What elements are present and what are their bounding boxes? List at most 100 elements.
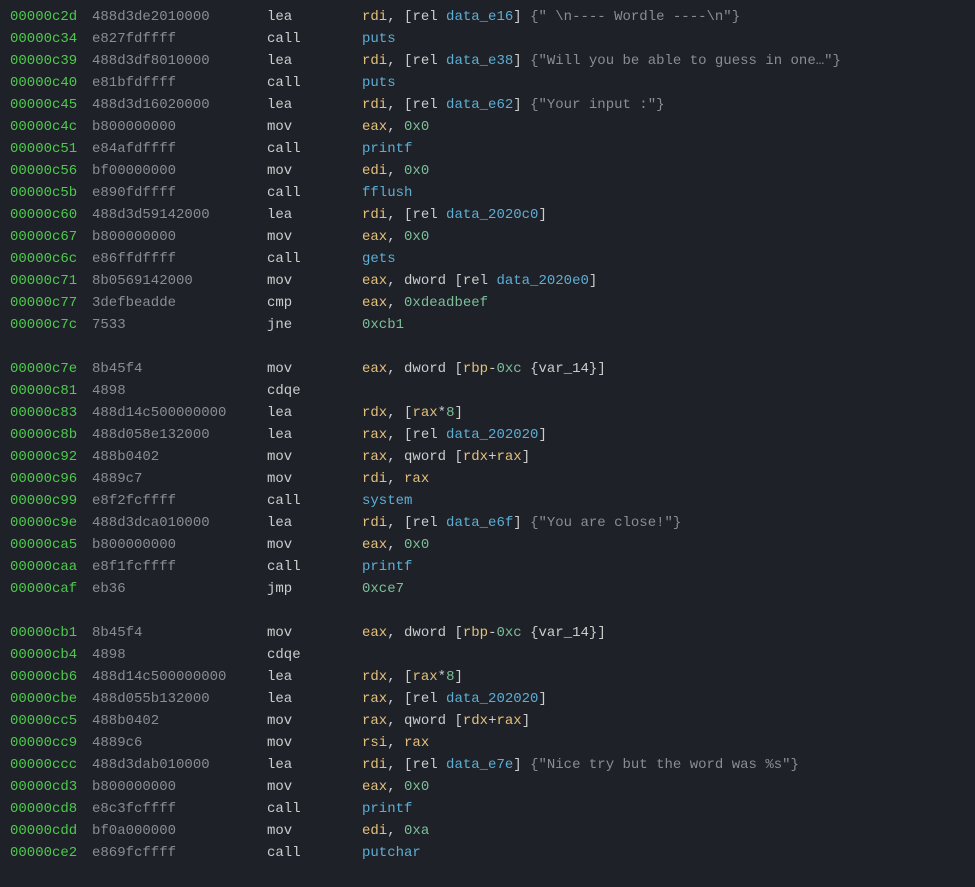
xref-link[interactable]: puts — [362, 31, 396, 47]
operand-token: rbp — [463, 361, 488, 377]
xref-link[interactable]: printf — [362, 559, 412, 575]
asm-line[interactable]: 00000ccc488d3dab010000leardi, [rel data_… — [10, 754, 965, 776]
asm-line[interactable]: 00000c773defbeaddecmpeax, 0xdeadbeef — [10, 292, 965, 314]
operand-token: edi — [362, 163, 387, 179]
xref-link[interactable]: data_202020 — [446, 691, 538, 707]
raw-bytes: 488d055b132000 — [92, 688, 267, 710]
operand-token: rax — [362, 691, 387, 707]
raw-bytes: 488d058e132000 — [92, 424, 267, 446]
asm-line[interactable]: 00000c92488b0402movrax, qword [rdx+rax] — [10, 446, 965, 468]
asm-line[interactable]: 00000ce2e869fcffffcallputchar — [10, 842, 965, 864]
raw-bytes: 488d3df8010000 — [92, 50, 267, 72]
operands: edi, 0x0 — [362, 160, 965, 182]
operand-token: ] — [513, 757, 521, 773]
address: 00000cb6 — [10, 666, 92, 688]
xref-link[interactable]: gets — [362, 251, 396, 267]
address: 00000cb1 — [10, 622, 92, 644]
asm-line[interactable]: 00000ca5b800000000moveax, 0x0 — [10, 534, 965, 556]
asm-line[interactable]: 00000c45488d3d16020000leardi, [rel data_… — [10, 94, 965, 116]
asm-line[interactable]: 00000c5be890fdffffcallfflush — [10, 182, 965, 204]
raw-bytes: b800000000 — [92, 534, 267, 556]
operands: gets — [362, 248, 965, 270]
operand-token: rel — [412, 207, 446, 223]
operand-token — [522, 515, 530, 531]
operands: rax, qword [rdx+rax] — [362, 446, 965, 468]
raw-bytes: 488b0402 — [92, 446, 267, 468]
asm-line[interactable]: 00000cddbf0a000000movedi, 0xa — [10, 820, 965, 842]
xref-link[interactable]: puts — [362, 75, 396, 91]
operand-token: 0x0 — [404, 163, 429, 179]
disassembly-listing[interactable]: 00000c2d488d3de2010000leardi, [rel data_… — [10, 6, 965, 864]
xref-link[interactable]: system — [362, 493, 412, 509]
mnemonic: call — [267, 798, 362, 820]
asm-line[interactable]: 00000c83488d14c500000000leardx, [rax*8] — [10, 402, 965, 424]
asm-line[interactable]: 00000c51e84afdffffcallprintf — [10, 138, 965, 160]
asm-line[interactable]: 00000cc5488b0402movrax, qword [rdx+rax] — [10, 710, 965, 732]
mnemonic: jmp — [267, 578, 362, 600]
asm-line[interactable]: 00000cb18b45f4moveax, dword [rbp-0xc {va… — [10, 622, 965, 644]
asm-line[interactable]: 00000cafeb36jmp0xce7 — [10, 578, 965, 600]
operand-token: 0xdeadbeef — [404, 295, 488, 311]
asm-line[interactable]: 00000caae8f1fcffffcallprintf — [10, 556, 965, 578]
address: 00000c40 — [10, 72, 92, 94]
operands: rdi, [rel data_e7e] {"Nice try but the w… — [362, 754, 965, 776]
operand-token: ] — [513, 9, 521, 25]
asm-line[interactable]: 00000c7e8b45f4moveax, dword [rbp-0xc {va… — [10, 358, 965, 380]
asm-line[interactable]: 00000c99e8f2fcffffcallsystem — [10, 490, 965, 512]
xref-link[interactable]: data_e6f — [446, 515, 513, 531]
asm-line[interactable]: 00000cd3b800000000moveax, 0x0 — [10, 776, 965, 798]
operand-token: , — [387, 625, 404, 641]
asm-line[interactable]: 00000c34e827fdffffcallputs — [10, 28, 965, 50]
operand-token: qword [ — [404, 713, 463, 729]
operand-token: ] — [589, 273, 597, 289]
xref-link[interactable]: printf — [362, 141, 412, 157]
raw-bytes: eb36 — [92, 578, 267, 600]
operand-token: eax — [362, 625, 387, 641]
xref-link[interactable]: data_e62 — [446, 97, 513, 113]
address: 00000c71 — [10, 270, 92, 292]
asm-line[interactable]: 00000c8b488d058e132000learax, [rel data_… — [10, 424, 965, 446]
xref-link[interactable]: data_e38 — [446, 53, 513, 69]
operand-token: rdi — [362, 471, 387, 487]
asm-line[interactable]: 00000c60488d3d59142000leardi, [rel data_… — [10, 204, 965, 226]
asm-line[interactable]: 00000c40e81bfdffffcallputs — [10, 72, 965, 94]
mnemonic: lea — [267, 424, 362, 446]
string-preview: {"Nice try but the word was %s"} — [530, 757, 799, 773]
asm-line[interactable]: 00000c9e488d3dca010000leardi, [rel data_… — [10, 512, 965, 534]
asm-line[interactable]: 00000c2d488d3de2010000leardi, [rel data_… — [10, 6, 965, 28]
xref-link[interactable]: data_e16 — [446, 9, 513, 25]
operand-token: ] — [513, 515, 521, 531]
xref-link[interactable]: data_2020c0 — [446, 207, 538, 223]
asm-line[interactable]: 00000cb44898cdqe — [10, 644, 965, 666]
xref-link[interactable]: data_202020 — [446, 427, 538, 443]
asm-line[interactable]: 00000c6ce86ffdffffcallgets — [10, 248, 965, 270]
asm-line[interactable]: 00000cd8e8c3fcffffcallprintf — [10, 798, 965, 820]
xref-link[interactable]: data_e7e — [446, 757, 513, 773]
asm-line[interactable]: 00000cbe488d055b132000learax, [rel data_… — [10, 688, 965, 710]
xref-link[interactable]: fflush — [362, 185, 412, 201]
asm-line[interactable]: 00000c4cb800000000moveax, 0x0 — [10, 116, 965, 138]
raw-bytes: 488d14c500000000 — [92, 402, 267, 424]
mnemonic: mov — [267, 446, 362, 468]
asm-line[interactable]: 00000c67b800000000moveax, 0x0 — [10, 226, 965, 248]
xref-link[interactable]: printf — [362, 801, 412, 817]
asm-line[interactable]: 00000c56bf00000000movedi, 0x0 — [10, 160, 965, 182]
address: 00000c7e — [10, 358, 92, 380]
operand-token: , [ — [387, 53, 412, 69]
asm-line[interactable]: 00000c964889c7movrdi, rax — [10, 468, 965, 490]
address: 00000c34 — [10, 28, 92, 50]
asm-line[interactable]: 00000c7c7533jne0xcb1 — [10, 314, 965, 336]
operand-token: , [ — [387, 207, 412, 223]
asm-line[interactable]: 00000cb6488d14c500000000leardx, [rax*8] — [10, 666, 965, 688]
raw-bytes: e84afdffff — [92, 138, 267, 160]
asm-line[interactable]: 00000cc94889c6movrsi, rax — [10, 732, 965, 754]
asm-line[interactable]: 00000c814898cdqe — [10, 380, 965, 402]
asm-line[interactable]: 00000c718b0569142000moveax, dword [rel d… — [10, 270, 965, 292]
address: 00000cd3 — [10, 776, 92, 798]
asm-line[interactable]: 00000c39488d3df8010000leardi, [rel data_… — [10, 50, 965, 72]
mnemonic: mov — [267, 160, 362, 182]
operand-token: , [ — [387, 97, 412, 113]
xref-link[interactable]: putchar — [362, 845, 421, 861]
xref-link[interactable]: data_2020e0 — [496, 273, 588, 289]
operands: rdi, [rel data_e16] {" \n---- Wordle ---… — [362, 6, 965, 28]
